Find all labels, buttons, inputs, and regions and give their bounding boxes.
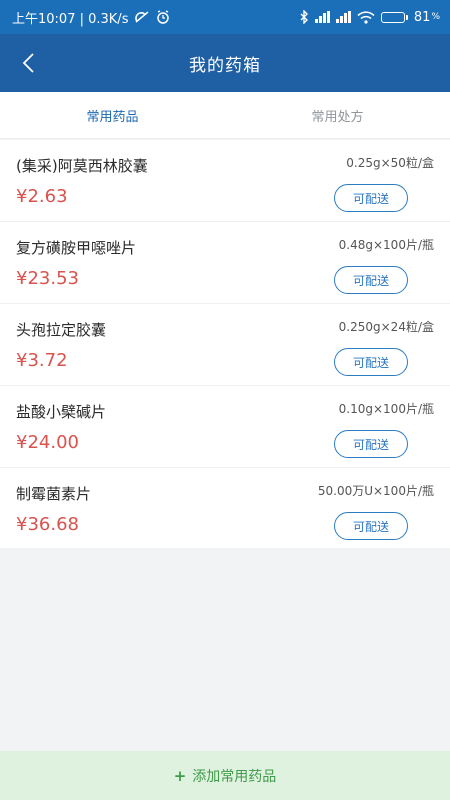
battery-icon <box>380 11 408 23</box>
tab-label: 常用药品 <box>86 109 139 125</box>
tab-common-prescriptions[interactable]: 常用处方 <box>225 92 450 138</box>
signal-icon <box>314 11 330 23</box>
medicine-name: 头孢拉定胶囊 <box>16 321 107 339</box>
medicine-price: ¥36.68 <box>16 514 79 535</box>
medicine-name: (集采)阿莫西林胶囊 <box>16 157 148 175</box>
status-right: 81% <box>300 10 440 25</box>
no-disturb-icon <box>135 11 149 23</box>
medicine-name: 复方磺胺甲噁唑片 <box>16 239 137 257</box>
status-bar: 上午10:07 | 0.3K/s 81% <box>0 0 450 34</box>
add-common-medicine-button[interactable]: + 添加常用药品 <box>0 751 450 800</box>
medicine-spec: 0.25g×50粒/盒 <box>346 156 434 170</box>
medicine-spec: 50.00万U×100片/瓶 <box>317 484 434 498</box>
medicine-price: ¥3.72 <box>16 350 68 371</box>
signal-2-icon <box>335 11 351 23</box>
status-left: 上午10:07 | 0.3K/s <box>12 8 170 27</box>
battery-percent-sign: % <box>431 12 440 22</box>
delivery-badge[interactable]: 可配送 <box>334 266 408 294</box>
alarm-icon <box>157 10 170 24</box>
medicine-list: (集采)阿莫西林胶囊 0.25g×50粒/盒 ¥2.63 可配送 复方磺胺甲噁唑… <box>0 140 450 548</box>
delivery-badge[interactable]: 可配送 <box>334 512 408 540</box>
medicine-spec: 0.10g×100片/瓶 <box>338 402 434 416</box>
medicine-price: ¥2.63 <box>16 186 68 207</box>
add-common-medicine-label: 添加常用药品 <box>192 768 277 785</box>
medicine-spec: 0.48g×100片/瓶 <box>338 238 434 252</box>
list-item[interactable]: 复方磺胺甲噁唑片 0.48g×100片/瓶 ¥23.53 可配送 <box>0 222 450 304</box>
delivery-badge[interactable]: 可配送 <box>334 184 408 212</box>
medicine-price: ¥23.53 <box>16 268 79 289</box>
back-button[interactable] <box>8 43 48 83</box>
medicine-name: 制霉菌素片 <box>16 485 92 503</box>
delivery-badge[interactable]: 可配送 <box>334 430 408 458</box>
medicine-spec: 0.250g×24粒/盒 <box>338 320 434 334</box>
tab-label: 常用处方 <box>311 109 364 125</box>
header: 我的药箱 <box>0 34 450 92</box>
chevron-left-icon <box>22 53 34 73</box>
bluetooth-icon <box>300 10 308 24</box>
list-item[interactable]: (集采)阿莫西林胶囊 0.25g×50粒/盒 ¥2.63 可配送 <box>0 140 450 222</box>
tab-bar: 常用药品 常用处方 <box>0 92 450 139</box>
status-time-speed: 上午10:07 | 0.3K/s <box>12 11 129 27</box>
list-item[interactable]: 头孢拉定胶囊 0.250g×24粒/盒 ¥3.72 可配送 <box>0 304 450 386</box>
wifi-icon <box>357 10 375 24</box>
medicine-name: 盐酸小檗碱片 <box>16 403 107 421</box>
battery-percent: 81 <box>413 9 431 25</box>
list-item[interactable]: 盐酸小檗碱片 0.10g×100片/瓶 ¥24.00 可配送 <box>0 386 450 468</box>
tab-common-medicines[interactable]: 常用药品 <box>0 92 225 138</box>
list-item[interactable]: 制霉菌素片 50.00万U×100片/瓶 ¥36.68 可配送 <box>0 468 450 548</box>
medicine-price: ¥24.00 <box>16 432 79 453</box>
plus-icon: + <box>173 766 187 785</box>
delivery-badge[interactable]: 可配送 <box>334 348 408 376</box>
page-title: 我的药箱 <box>189 55 261 76</box>
